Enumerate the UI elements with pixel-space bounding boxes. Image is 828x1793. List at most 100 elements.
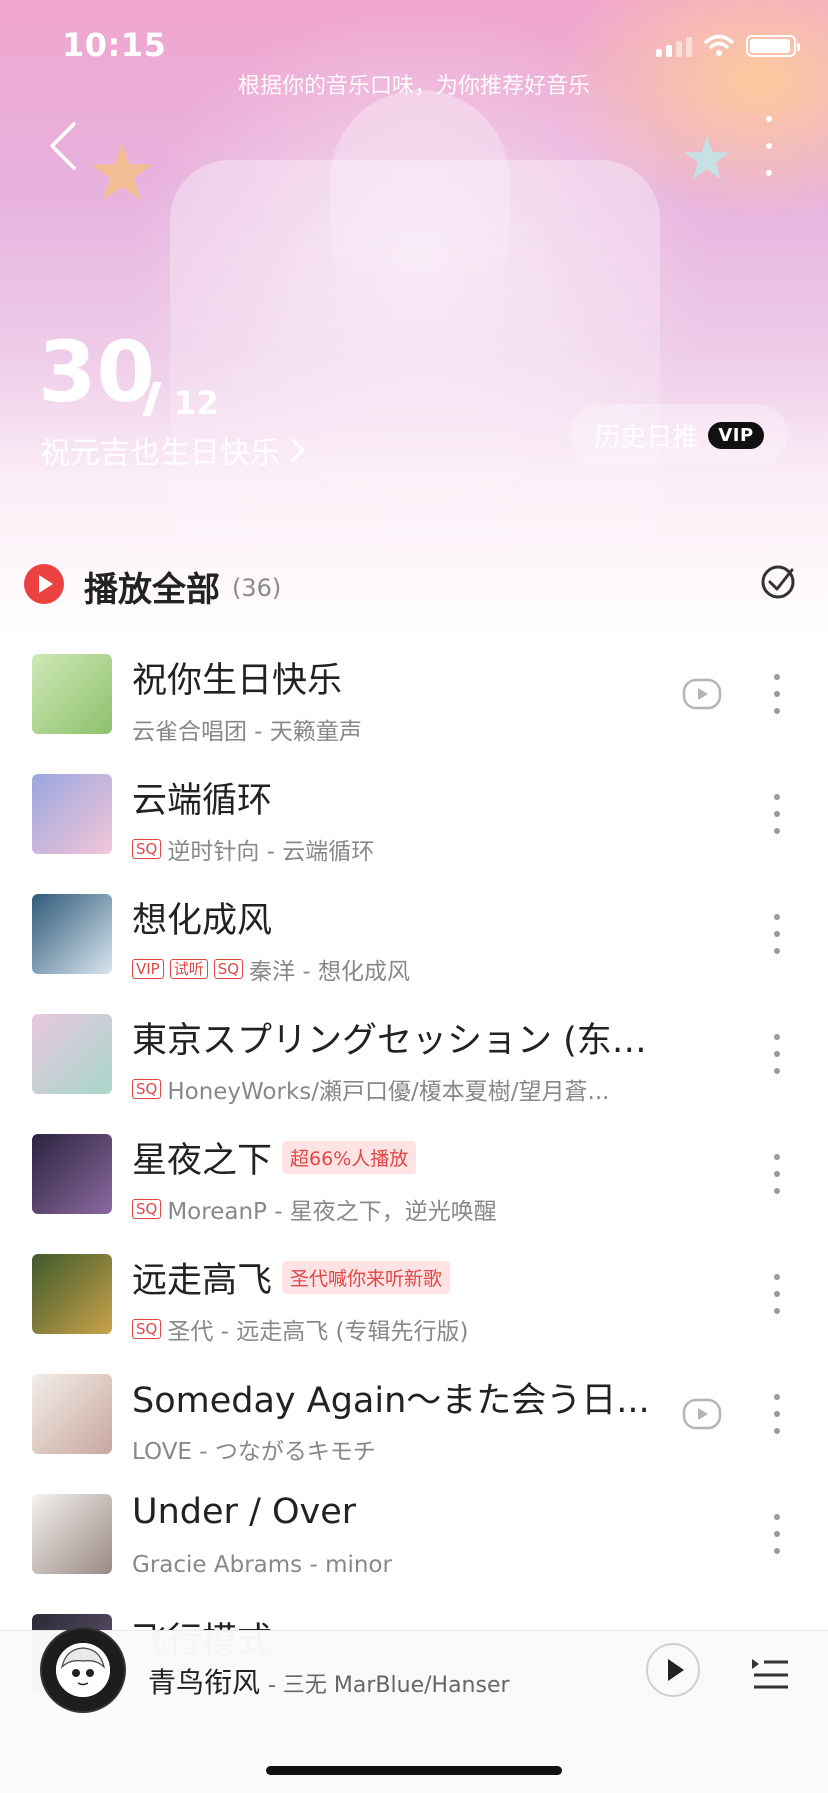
song-meta-line: 云雀合唱团 - 天籁童声 — [132, 712, 652, 746]
song-title: 東京スプリングセッション (东京... — [132, 1021, 672, 1061]
album-cover — [32, 1494, 112, 1574]
album-cover — [32, 1014, 112, 1094]
quality-tag: SQ — [132, 1079, 162, 1099]
song-more-button[interactable] — [770, 1034, 784, 1074]
song-artist-album: HoneyWorks/瀬戸口優/榎本夏樹/望月蒼... — [167, 1079, 610, 1105]
song-title-line: 東京スプリングセッション (东京... — [132, 1012, 672, 1063]
song-artist-album: 云雀合唱团 - 天籁童声 — [132, 719, 362, 745]
select-check-icon[interactable] — [758, 562, 798, 602]
history-label: 历史日推 — [594, 422, 699, 453]
song-title: Under / Over — [132, 1492, 357, 1532]
song-more-button[interactable] — [770, 1274, 784, 1314]
quality-tag: SQ — [132, 839, 162, 859]
more-vertical-icon — [774, 674, 780, 680]
song-artist-album: Gracie Abrams - minor — [132, 1552, 392, 1578]
song-title: 星夜之下 — [132, 1141, 273, 1181]
song-title: 想化成风 — [132, 901, 273, 941]
more-icon — [766, 116, 772, 122]
quality-tag: SQ — [213, 959, 244, 979]
song-promo-badge: 超66%人播放 — [282, 1141, 417, 1174]
song-artist-album: 逆时针向 - 云端循环 — [167, 839, 375, 865]
quality-tag: VIP — [132, 959, 164, 979]
album-cover — [32, 894, 112, 974]
song-meta-line: SQ HoneyWorks/瀬戸口優/榎本夏樹/望月蒼... — [132, 1072, 652, 1106]
birthday-greeting-link[interactable]: 祝元吉也生日快乐 — [40, 428, 306, 472]
mv-icon[interactable] — [682, 678, 722, 710]
album-cover — [32, 1134, 112, 1214]
song-more-button[interactable] — [770, 1514, 784, 1554]
song-title-line: 云端循环 — [132, 772, 672, 823]
song-more-button[interactable] — [770, 674, 784, 714]
home-indicator[interactable] — [266, 1766, 562, 1775]
song-list: 祝你生日快乐 云雀合唱团 - 天籁童声 云端循环 SQ 逆时针向 - 云端循环 想化成风 V… — [0, 640, 828, 1720]
album-cover — [32, 1374, 112, 1454]
song-row[interactable]: Someday Again～また会う日... LOVE - つながるキモチ — [0, 1360, 828, 1480]
battery-icon — [746, 35, 800, 57]
song-artist-album: MoreanP - 星夜之下，逆光唤醒 — [167, 1199, 497, 1225]
album-cover — [32, 654, 112, 734]
song-meta-line: SQ MoreanP - 星夜之下，逆光唤醒 — [132, 1192, 652, 1226]
play-pause-button[interactable] — [646, 1643, 700, 1697]
back-icon — [50, 122, 76, 170]
song-row[interactable]: 远走高飞 圣代喊你来听新歌 SQ 圣代 - 远走高飞 (专辑先行版) — [0, 1240, 828, 1360]
song-row[interactable]: 云端循环 SQ 逆时针向 - 云端循环 — [0, 760, 828, 880]
album-cover — [32, 1254, 112, 1334]
recommend-subtitle: 根据你的音乐口味，为你推荐好音乐 — [237, 74, 590, 99]
song-title: 远走高飞 — [132, 1261, 273, 1301]
now-playing-artist: - 三无 MarBlue/Hanser — [268, 1673, 510, 1698]
song-row[interactable]: 星夜之下 超66%人播放 SQ MoreanP - 星夜之下，逆光唤醒 — [0, 1120, 828, 1240]
now-playing-title: 青鸟衔风 — [148, 1666, 261, 1699]
song-title-line: Under / Over — [132, 1492, 672, 1532]
song-promo-badge: 圣代喊你来听新歌 — [282, 1261, 451, 1294]
song-more-button[interactable] — [770, 794, 784, 834]
status-icons — [656, 34, 800, 58]
song-more-button[interactable] — [770, 1394, 784, 1434]
song-artist-album: LOVE - つながるキモチ — [132, 1439, 376, 1465]
song-more-button[interactable] — [770, 1154, 784, 1194]
song-title-line: 星夜之下 超66%人播放 — [132, 1132, 672, 1183]
song-row[interactable]: Under / Over Gracie Abrams - minor — [0, 1480, 828, 1600]
song-row[interactable]: 想化成风 VIP 试听 SQ 秦洋 - 想化成风 — [0, 880, 828, 1000]
cake-top-illustration — [330, 90, 510, 270]
more-vertical-icon — [774, 794, 780, 800]
song-meta-line: Gracie Abrams - minor — [132, 1552, 652, 1578]
greeting-text: 祝元吉也生日快乐 — [40, 436, 280, 471]
song-title: Someday Again～また会う日... — [132, 1381, 650, 1421]
playlist-icon[interactable] — [750, 1651, 790, 1691]
more-vertical-icon — [774, 1154, 780, 1160]
play-all-button[interactable] — [24, 564, 64, 604]
mv-icon[interactable] — [682, 1398, 722, 1430]
more-vertical-icon — [774, 1514, 780, 1520]
song-meta-line: SQ 逆时针向 - 云端循环 — [132, 832, 652, 866]
star-decoration: ★ — [86, 126, 158, 219]
quality-tag: 试听 — [169, 959, 208, 979]
wifi-icon — [704, 34, 734, 56]
vip-badge: VIP — [708, 421, 764, 449]
song-artist-album: 秦洋 - 想化成风 — [249, 959, 410, 985]
song-meta-line: LOVE - つながるキモチ — [132, 1432, 652, 1466]
more-button[interactable] — [754, 116, 784, 176]
play-all-label[interactable]: 播放全部 — [84, 562, 220, 611]
back-button[interactable] — [44, 116, 84, 176]
play-all-count: (36) — [232, 574, 282, 602]
star-decoration: ★ — [680, 124, 734, 194]
signal-icon — [656, 35, 692, 57]
more-vertical-icon — [774, 1034, 780, 1040]
chevron-right-icon — [291, 438, 305, 462]
song-title: 云端循环 — [132, 781, 273, 821]
more-vertical-icon — [774, 1274, 780, 1280]
more-vertical-icon — [774, 914, 780, 920]
quality-tag: SQ — [132, 1319, 162, 1339]
song-meta-line: SQ 圣代 - 远走高飞 (专辑先行版) — [132, 1312, 652, 1346]
history-recommend-button[interactable]: 历史日推 VIP — [570, 404, 788, 466]
now-playing-disc[interactable] — [40, 1627, 126, 1713]
song-title-line: Someday Again～また会う日... — [132, 1372, 672, 1423]
song-title-line: 想化成风 — [132, 892, 672, 943]
song-title-line: 远走高飞 圣代喊你来听新歌 — [132, 1252, 672, 1303]
song-title: 祝你生日快乐 — [132, 661, 343, 701]
song-row[interactable]: 東京スプリングセッション (东京... SQ HoneyWorks/瀬戸口優/榎本夏… — [0, 1000, 828, 1120]
date-month: 12 — [174, 384, 219, 422]
song-more-button[interactable] — [770, 914, 784, 954]
song-row[interactable]: 祝你生日快乐云雀合唱团 - 天籁童声 — [0, 640, 828, 760]
song-meta-line: VIP 试听 SQ 秦洋 - 想化成风 — [132, 952, 652, 986]
